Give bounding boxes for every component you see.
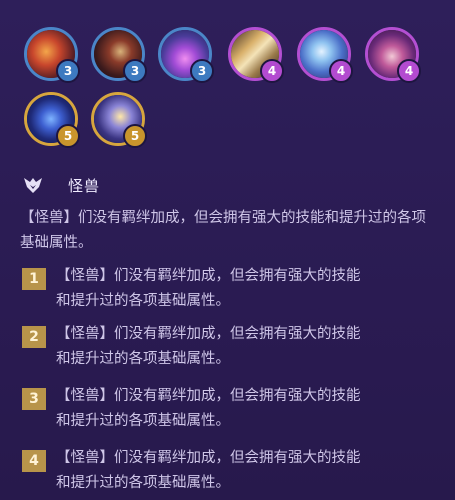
tier-line: 【怪兽】们没有羁绊加成，但会拥有强大的技能 xyxy=(56,450,361,466)
champion-portrait-5[interactable]: 4 xyxy=(297,27,353,83)
cost-badge: 4 xyxy=(329,59,353,83)
tier-level-badge: 3 xyxy=(22,388,46,410)
tier-line: 【怪兽】们没有羁绊加成，但会拥有强大的技能 xyxy=(56,268,361,284)
champion-portrait-4[interactable]: 4 xyxy=(228,27,284,83)
trait-tier-3: 3 【怪兽】们没有羁绊加成，但会拥有强大的技能 和提升过的各项基础属性。 xyxy=(22,384,442,434)
champion-portrait-1[interactable]: 3 xyxy=(24,27,80,83)
tier-level-badge: 2 xyxy=(22,326,46,348)
trait-name: 怪兽 xyxy=(68,176,101,195)
tier-line: 【怪兽】们没有羁绊加成，但会拥有强大的技能 xyxy=(56,326,361,342)
tier-description: 【怪兽】们没有羁绊加成，但会拥有强大的技能 和提升过的各项基础属性。 xyxy=(56,446,446,496)
monster-trait-icon xyxy=(24,178,42,193)
champion-portrait-6[interactable]: 4 xyxy=(365,27,421,83)
trait-tier-1: 1 【怪兽】们没有羁绊加成，但会拥有强大的技能 和提升过的各项基础属性。 xyxy=(22,264,442,314)
champion-portrait-2[interactable]: 3 xyxy=(91,27,147,83)
tier-line: 和提升过的各项基础属性。 xyxy=(56,475,230,491)
cost-badge: 3 xyxy=(56,59,80,83)
cost-badge: 3 xyxy=(123,59,147,83)
trait-description: 【怪兽】们没有羁绊加成，但会拥有强大的技能和提升过的各项基础属性。 xyxy=(20,210,426,251)
cost-badge: 3 xyxy=(190,59,214,83)
trait-header: 怪兽 xyxy=(22,172,100,198)
trait-tier-4: 4 【怪兽】们没有羁绊加成，但会拥有强大的技能 和提升过的各项基础属性。 xyxy=(22,446,442,496)
tier-description: 【怪兽】们没有羁绊加成，但会拥有强大的技能 和提升过的各项基础属性。 xyxy=(56,264,446,314)
tier-line: 【怪兽】们没有羁绊加成，但会拥有强大的技能 xyxy=(56,388,361,404)
tier-level-badge: 1 xyxy=(22,268,46,290)
champion-portrait-7[interactable]: 5 xyxy=(24,92,80,148)
cost-badge: 4 xyxy=(260,59,284,83)
tier-level-badge: 4 xyxy=(22,450,46,472)
tier-description: 【怪兽】们没有羁绊加成，但会拥有强大的技能 和提升过的各项基础属性。 xyxy=(56,384,446,434)
trait-tooltip-panel: 3 3 3 4 4 4 5 5 怪兽 【怪兽】们没有羁绊加成，但会拥有强大的技能… xyxy=(0,0,455,500)
cost-badge: 4 xyxy=(397,59,421,83)
cost-badge: 5 xyxy=(56,124,80,148)
cost-badge: 5 xyxy=(123,124,147,148)
champion-portrait-3[interactable]: 3 xyxy=(158,27,214,83)
trait-tier-2: 2 【怪兽】们没有羁绊加成，但会拥有强大的技能 和提升过的各项基础属性。 xyxy=(22,322,442,372)
tier-line: 和提升过的各项基础属性。 xyxy=(56,413,230,429)
tier-description: 【怪兽】们没有羁绊加成，但会拥有强大的技能 和提升过的各项基础属性。 xyxy=(56,322,446,372)
tier-line: 和提升过的各项基础属性。 xyxy=(56,351,230,367)
tier-line: 和提升过的各项基础属性。 xyxy=(56,293,230,309)
champion-portrait-8[interactable]: 5 xyxy=(91,92,147,148)
